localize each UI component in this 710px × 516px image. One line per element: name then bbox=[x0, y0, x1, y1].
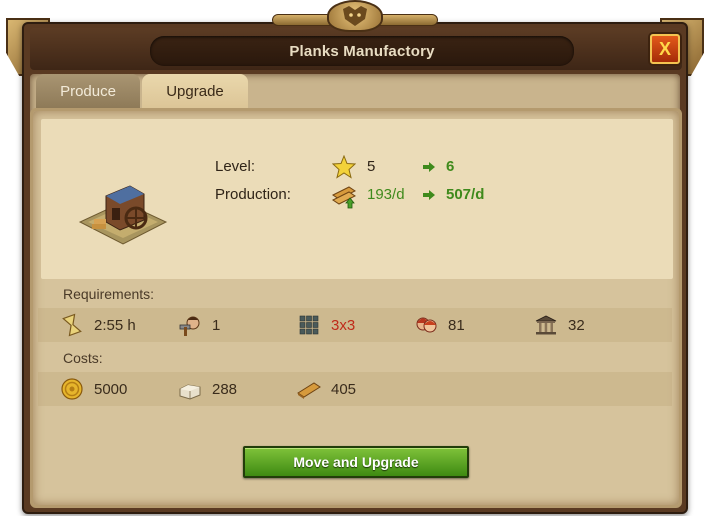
tab-produce[interactable]: Produce bbox=[36, 74, 140, 108]
hourglass-icon bbox=[62, 313, 82, 337]
lion-crest-ornament bbox=[272, 0, 438, 32]
level-next: 6 bbox=[446, 158, 455, 175]
requirements-label: Requirements: bbox=[63, 286, 155, 302]
requirement-builders: 1 bbox=[178, 312, 220, 338]
planks-production-icon bbox=[332, 186, 356, 209]
requirement-culture: 32 bbox=[534, 312, 585, 338]
requirement-size: 3x3 bbox=[297, 312, 355, 338]
cost-coins: 5000 bbox=[60, 376, 127, 402]
costs-label: Costs: bbox=[63, 350, 103, 366]
coin-icon bbox=[61, 378, 83, 400]
requirement-population: 81 bbox=[414, 312, 465, 338]
planks-icon bbox=[297, 382, 321, 399]
population-icon bbox=[416, 317, 437, 333]
tab-upgrade[interactable]: Upgrade bbox=[142, 74, 248, 108]
lion-head-icon bbox=[327, 0, 383, 32]
star-icon bbox=[332, 155, 356, 179]
production-label: Production: bbox=[215, 186, 291, 203]
window-title: Planks Manufactory bbox=[150, 36, 574, 66]
title-bar: Planks Manufactory bbox=[30, 28, 682, 70]
arrow-right-icon bbox=[423, 190, 435, 200]
planks-manufactory-building-icon bbox=[78, 172, 168, 248]
close-button[interactable]: X bbox=[650, 34, 680, 64]
cost-planks: 405 bbox=[297, 376, 356, 402]
production-next: 507/d bbox=[446, 186, 485, 203]
culture-icon bbox=[535, 315, 557, 335]
level-label: Level: bbox=[215, 158, 256, 175]
production-current: 193/d bbox=[367, 186, 405, 203]
grid-size-icon bbox=[299, 315, 319, 335]
move-and-upgrade-button[interactable]: Move and Upgrade bbox=[243, 446, 469, 478]
stone-icon bbox=[179, 384, 201, 400]
arrow-right-icon bbox=[423, 162, 435, 172]
level-current: 5 bbox=[367, 158, 376, 175]
cost-supplies: 288 bbox=[178, 376, 237, 402]
requirement-time: 2:55 h bbox=[60, 312, 136, 338]
builder-icon bbox=[179, 316, 200, 336]
